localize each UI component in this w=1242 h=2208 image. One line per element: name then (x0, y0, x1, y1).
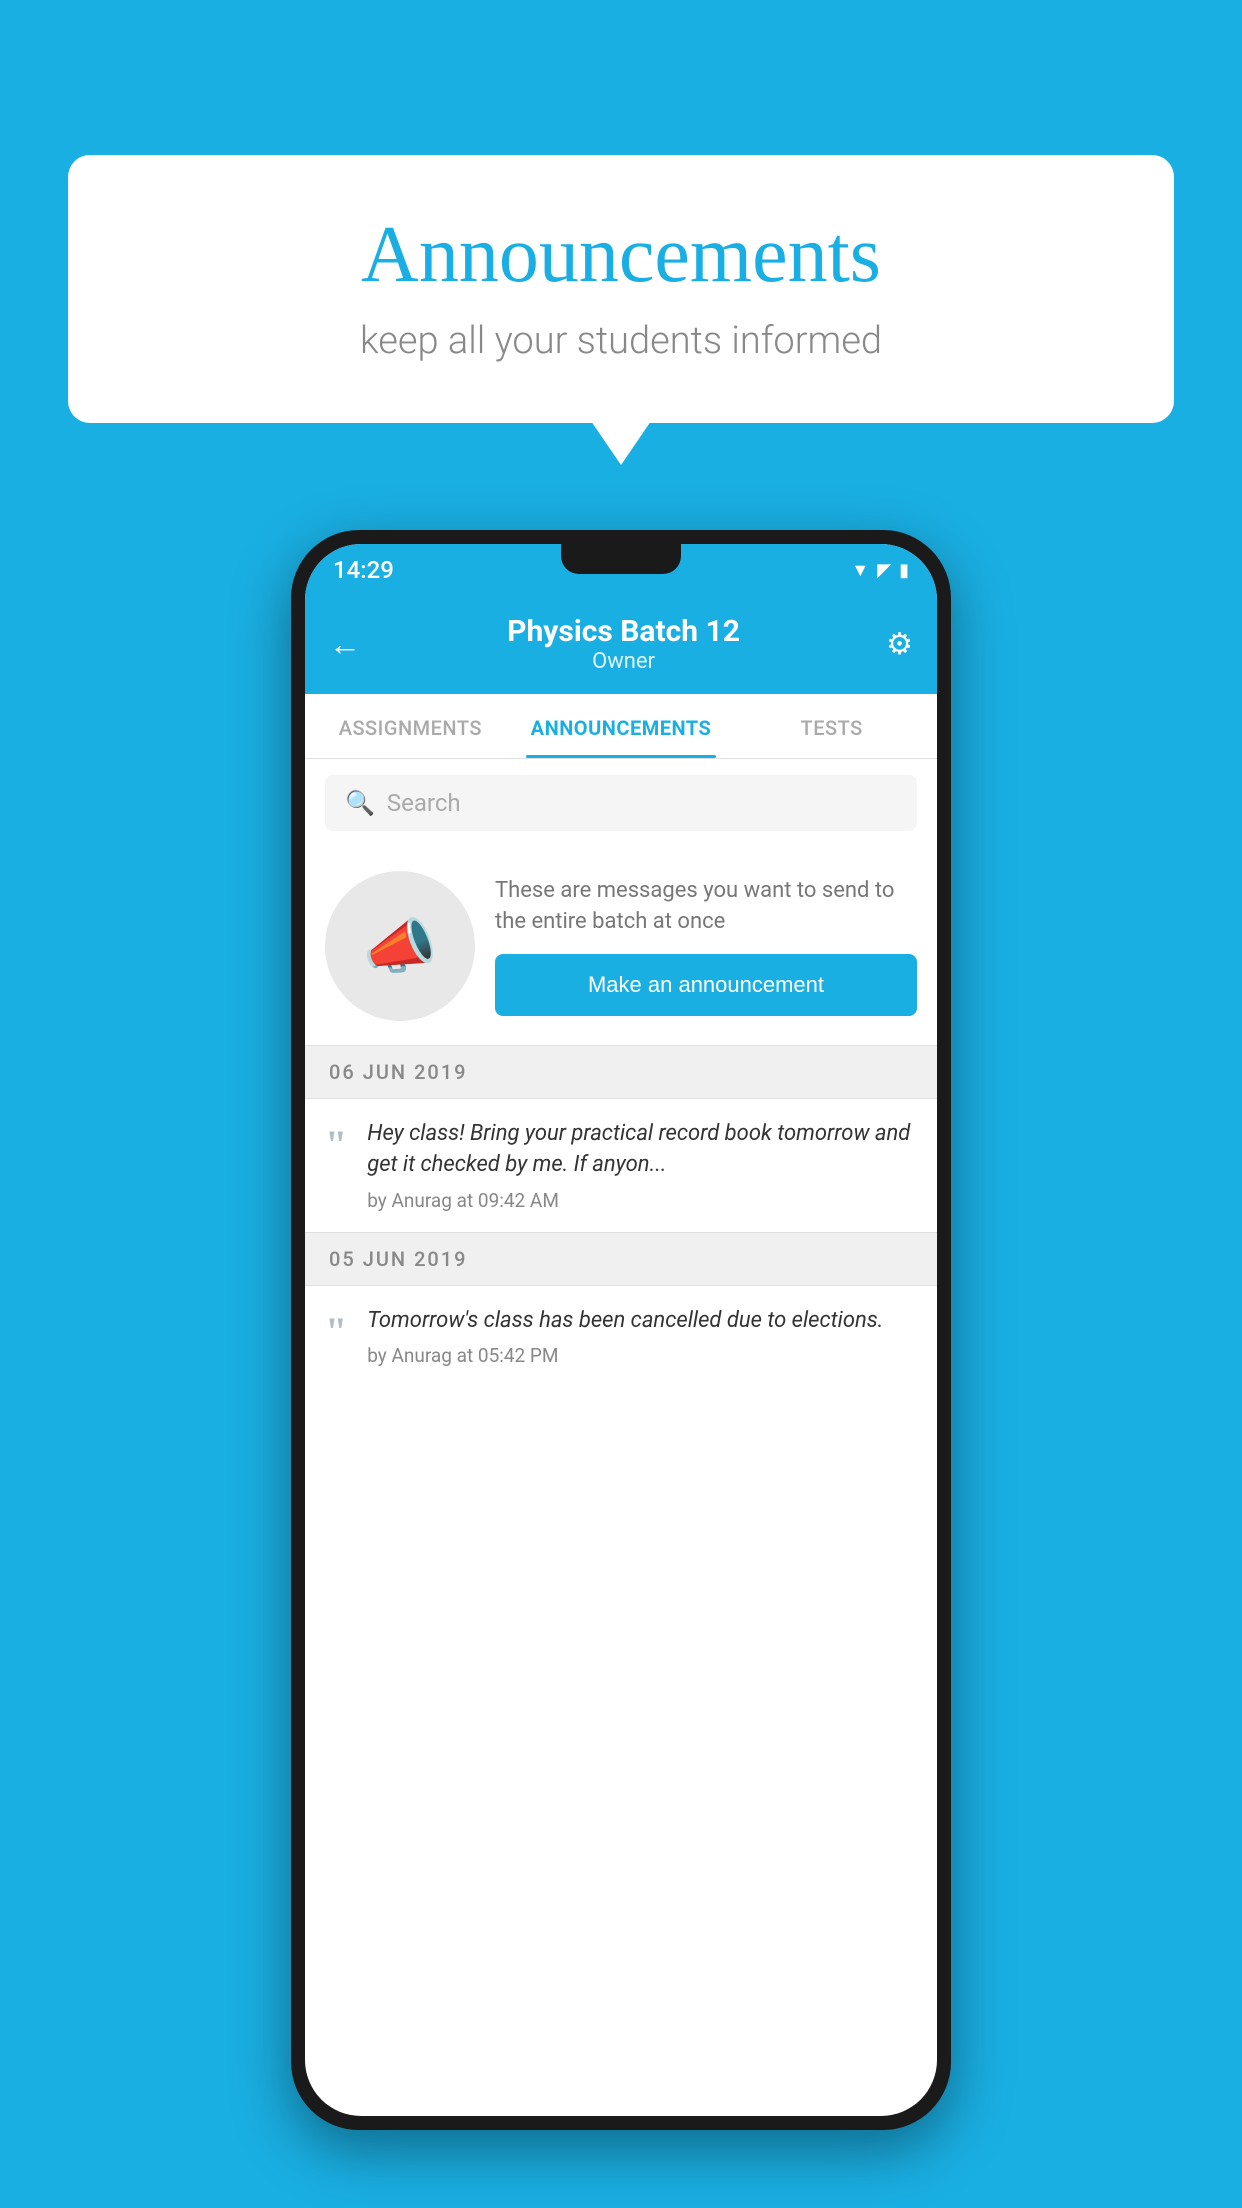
search-placeholder: Search (387, 789, 461, 817)
announcement-text-2: Tomorrow's class has been cancelled due … (367, 1306, 917, 1337)
phone-device: 14:29 ▼ ◤ ▮ ← Physics Batch 12 Owner ⚙ (291, 530, 951, 2130)
bubble-subtitle: keep all your students informed (128, 319, 1114, 363)
tab-tests[interactable]: TESTS (726, 694, 937, 758)
search-container: 🔍 Search (305, 759, 937, 847)
settings-icon[interactable]: ⚙ (886, 627, 913, 662)
promo-description: These are messages you want to send to t… (495, 876, 917, 938)
screen-content: ← Physics Batch 12 Owner ⚙ ASSIGNMENTS A… (305, 596, 937, 2116)
promo-right: These are messages you want to send to t… (495, 876, 917, 1016)
tabs-bar: ASSIGNMENTS ANNOUNCEMENTS TESTS (305, 694, 937, 759)
tab-announcements[interactable]: ANNOUNCEMENTS (516, 694, 727, 758)
date-separator-2: 05 JUN 2019 (305, 1232, 937, 1286)
battery-icon: ▮ (899, 560, 909, 581)
header-center: Physics Batch 12 Owner (507, 614, 740, 674)
announcement-meta-1: by Anurag at 09:42 AM (367, 1189, 917, 1212)
megaphone-icon: 📣 (363, 911, 438, 982)
back-button[interactable]: ← (329, 625, 361, 663)
bubble-title: Announcements (128, 210, 1114, 301)
phone-notch (561, 544, 681, 574)
announcement-content-1: Hey class! Bring your practical record b… (367, 1119, 917, 1212)
header-subtitle: Owner (507, 649, 740, 674)
search-icon: 🔍 (345, 789, 375, 817)
announcement-item-2[interactable]: " Tomorrow's class has been cancelled du… (305, 1286, 937, 1388)
quote-icon-2: " (325, 1312, 347, 1352)
make-announcement-button[interactable]: Make an announcement (495, 954, 917, 1016)
status-time: 14:29 (333, 556, 394, 584)
announcement-text-1: Hey class! Bring your practical record b… (367, 1119, 917, 1181)
announcement-content-2: Tomorrow's class has been cancelled due … (367, 1306, 917, 1368)
phone-inner: 14:29 ▼ ◤ ▮ ← Physics Batch 12 Owner ⚙ (305, 544, 937, 2116)
speech-bubble-container: Announcements keep all your students inf… (68, 155, 1174, 423)
speech-bubble: Announcements keep all your students inf… (68, 155, 1174, 423)
announcement-item-1[interactable]: " Hey class! Bring your practical record… (305, 1099, 937, 1232)
tab-assignments[interactable]: ASSIGNMENTS (305, 694, 516, 758)
search-bar[interactable]: 🔍 Search (325, 775, 917, 831)
phone-wrapper: 14:29 ▼ ◤ ▮ ← Physics Batch 12 Owner ⚙ (80, 530, 1162, 2208)
status-icons: ▼ ◤ ▮ (851, 560, 909, 581)
header-title: Physics Batch 12 (507, 614, 740, 649)
promo-section: 📣 These are messages you want to send to… (305, 847, 937, 1045)
announcement-meta-2: by Anurag at 05:42 PM (367, 1344, 917, 1367)
app-header: ← Physics Batch 12 Owner ⚙ (305, 596, 937, 694)
date-separator-1: 06 JUN 2019 (305, 1045, 937, 1099)
wifi-icon: ▼ (851, 560, 869, 581)
signal-icon: ◤ (877, 560, 891, 581)
promo-icon-circle: 📣 (325, 871, 475, 1021)
quote-icon-1: " (325, 1125, 347, 1165)
